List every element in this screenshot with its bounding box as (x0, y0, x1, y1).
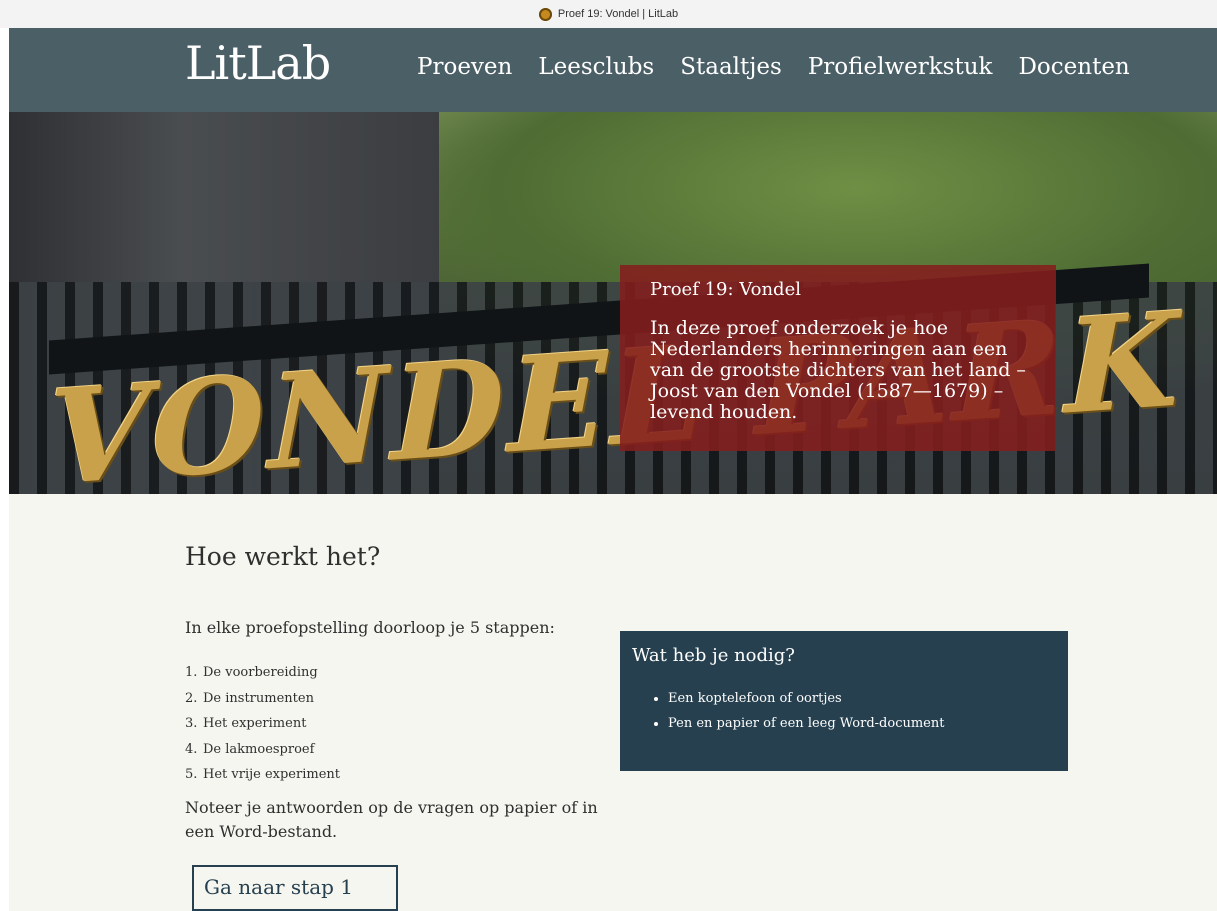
nav-link-profielwerkstuk[interactable]: Profielwerkstuk (808, 54, 993, 80)
requirements-list: Een koptelefoon of oortjes Pen en papier… (632, 686, 1056, 736)
list-item: 4. De lakmoesproef (185, 741, 315, 757)
list-item: 5. Het vrije experiment (185, 767, 340, 782)
main-content: Hoe werkt het? In elke proefopstelling d… (9, 494, 1217, 911)
sunflower-icon (538, 7, 552, 21)
nav-link-proeven[interactable]: Proeven (417, 54, 512, 80)
nav-link-leesclubs[interactable]: Leesclubs (538, 54, 654, 80)
nav-link-staaltjes[interactable]: Staaltjes (680, 54, 782, 80)
page: LitLab Proeven Leesclubs Staaltjes Profi… (9, 28, 1217, 911)
list-item: Pen en papier of een leeg Word-document (668, 711, 1056, 736)
requirements-box: Wat heb je nodig? Een koptelefoon of oor… (620, 631, 1068, 771)
go-to-step-1-button[interactable]: Ga naar stap 1 (192, 865, 398, 911)
list-item: 2. De instrumenten (185, 690, 314, 706)
tab-title: Proef 19: Vondel | LitLab (557, 8, 679, 20)
site-logo[interactable]: LitLab (185, 36, 331, 90)
hero-image: VONDEL PARK Proef 19: Vondel In deze pro… (9, 112, 1217, 494)
requirements-title: Wat heb je nodig? (632, 645, 795, 666)
section-heading: Hoe werkt het? (185, 542, 381, 571)
list-item: Een koptelefoon of oortjes (668, 686, 1056, 711)
intro-text: In elke proefopstelling doorloop je 5 st… (185, 618, 555, 637)
note-text: Noteer je antwoorden op de vragen op pap… (185, 798, 598, 841)
site-header: LitLab Proeven Leesclubs Staaltjes Profi… (9, 28, 1217, 112)
hero-kicker: Proef 19: Vondel (650, 279, 801, 300)
hero-card: Proef 19: Vondel In deze proef onderzoek… (620, 265, 1056, 451)
list-item: 3. Het experiment (185, 716, 307, 731)
main-nav: Proeven Leesclubs Staaltjes Profielwerks… (417, 54, 1130, 80)
nav-link-docenten[interactable]: Docenten (1018, 54, 1129, 80)
list-item: 1. De voorbereiding (185, 665, 318, 680)
browser-title-bar: Proef 19: Vondel | LitLab (0, 0, 1217, 28)
hero-lead: In deze proef onderzoek je hoe Nederland… (650, 317, 1026, 423)
steps-list: 1. De voorbereiding 2. De instrumenten 3. H… (185, 660, 340, 788)
